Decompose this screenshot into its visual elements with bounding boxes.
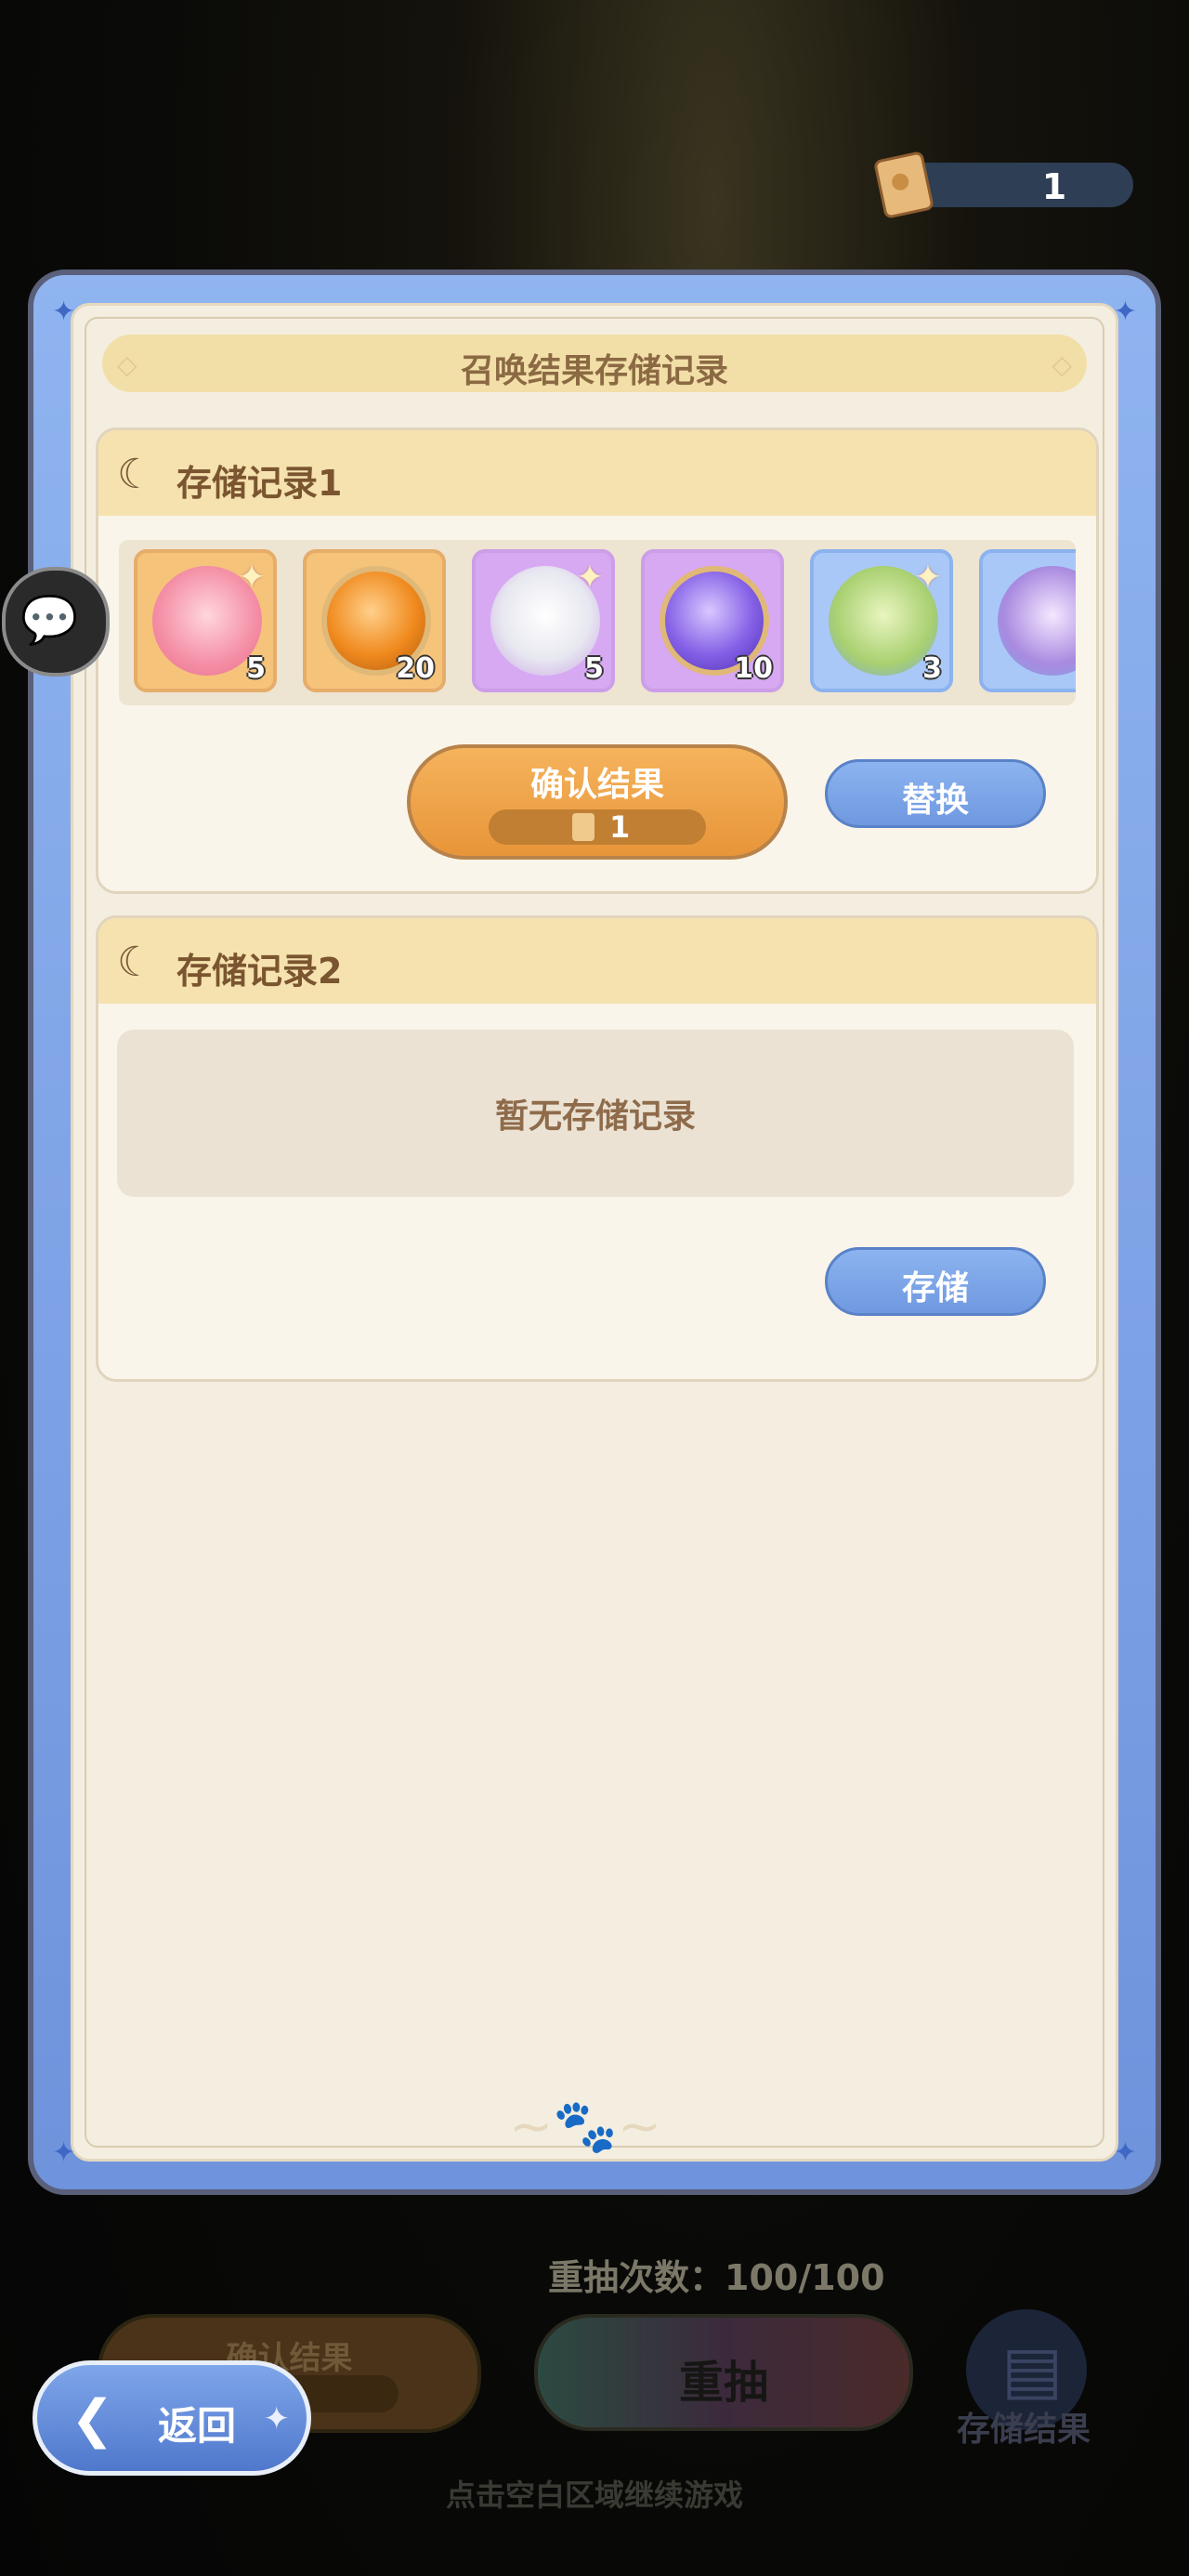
item-count: 10 xyxy=(734,652,773,685)
item-count: 5 xyxy=(584,652,604,685)
ticket-counter: 1 xyxy=(872,151,1133,219)
star-badge-icon: ✦ xyxy=(575,559,604,597)
sparkle-icon: ✦ xyxy=(263,2400,291,2438)
cat-ornament-icon: ~🐾~ xyxy=(509,2096,661,2157)
record-header: ☾ 存储记录1 xyxy=(98,430,1096,516)
result-item[interactable]: ✦ 5 xyxy=(134,549,277,692)
item-count: 5 xyxy=(246,652,266,685)
result-item[interactable]: ✦ 3 xyxy=(810,549,953,692)
modal-title: 召唤结果存储记录 xyxy=(460,352,728,390)
item-count: 20 xyxy=(396,652,435,685)
moon-icon: ☾ xyxy=(117,939,154,986)
character-purple-creature-icon xyxy=(998,566,1076,676)
store-label: 存储 xyxy=(901,1269,969,1308)
record-label: 存储记录2 xyxy=(176,951,343,992)
continue-hint: 点击空白区域继续游戏 xyxy=(445,2477,743,2513)
corner-star-icon: ✦ xyxy=(52,296,76,328)
back-label: 返回 xyxy=(158,2403,237,2449)
empty-record-text: 暂无存储记录 xyxy=(494,1097,696,1136)
background-redraw-label: 重抽 xyxy=(678,2357,768,2409)
chat-button[interactable]: 💬 xyxy=(2,567,110,677)
replace-label: 替换 xyxy=(901,782,969,820)
result-item[interactable]: ✦ 5 xyxy=(472,549,615,692)
result-item[interactable]: 10 xyxy=(641,549,784,692)
corner-star-icon: ✦ xyxy=(1113,296,1137,328)
clipboard-icon: ▤ xyxy=(1001,2332,1064,2408)
modal-title-bar: ◇ 召唤结果存储记录 ◇ xyxy=(102,335,1087,392)
corner-star-icon: ✦ xyxy=(1113,2136,1137,2169)
confirm-cost-value: 1 xyxy=(609,809,631,845)
record-header: ☾ 存储记录2 xyxy=(98,918,1096,1004)
result-item[interactable]: 20 xyxy=(303,549,446,692)
background-store-result-label: 存储结果 xyxy=(957,2411,1091,2449)
back-arrow-icon: ❮ xyxy=(71,2389,114,2450)
confirm-result-button[interactable]: 确认结果 1 xyxy=(407,744,788,860)
storage-record-1: ☾ 存储记录1 ✦ 5 20 ✦ 5 10 ✦ 3 确认结果 1 替换 xyxy=(96,427,1099,894)
ticket-count: 1 xyxy=(1041,166,1067,207)
item-count: 3 xyxy=(922,652,942,685)
store-button[interactable]: 存储 xyxy=(825,1247,1046,1316)
ticket-icon xyxy=(572,813,594,841)
diamond-ornament-icon: ◇ xyxy=(1052,349,1072,380)
confirm-cost: 1 xyxy=(489,809,706,845)
result-item[interactable] xyxy=(979,549,1076,692)
result-items-strip[interactable]: ✦ 5 20 ✦ 5 10 ✦ 3 xyxy=(119,540,1076,705)
record-label: 存储记录1 xyxy=(176,463,343,504)
empty-record-box: 暂无存储记录 xyxy=(117,1030,1074,1197)
chat-bubble-icon: 💬 xyxy=(20,593,79,647)
star-badge-icon: ✦ xyxy=(913,559,942,597)
background-redraw-button: 重抽 xyxy=(534,2314,913,2431)
retry-count-text: 重抽次数：100/100 xyxy=(548,2257,885,2298)
corner-star-icon: ✦ xyxy=(52,2136,76,2169)
back-button[interactable]: ❮ 返回 ✦ xyxy=(33,2360,311,2476)
star-badge-icon: ✦ xyxy=(237,559,266,597)
confirm-result-label: 确认结果 xyxy=(529,766,664,804)
moon-icon: ☾ xyxy=(117,451,154,498)
storage-record-2: ☾ 存储记录2 暂无存储记录 存储 xyxy=(96,915,1099,1382)
replace-button[interactable]: 替换 xyxy=(825,759,1046,828)
